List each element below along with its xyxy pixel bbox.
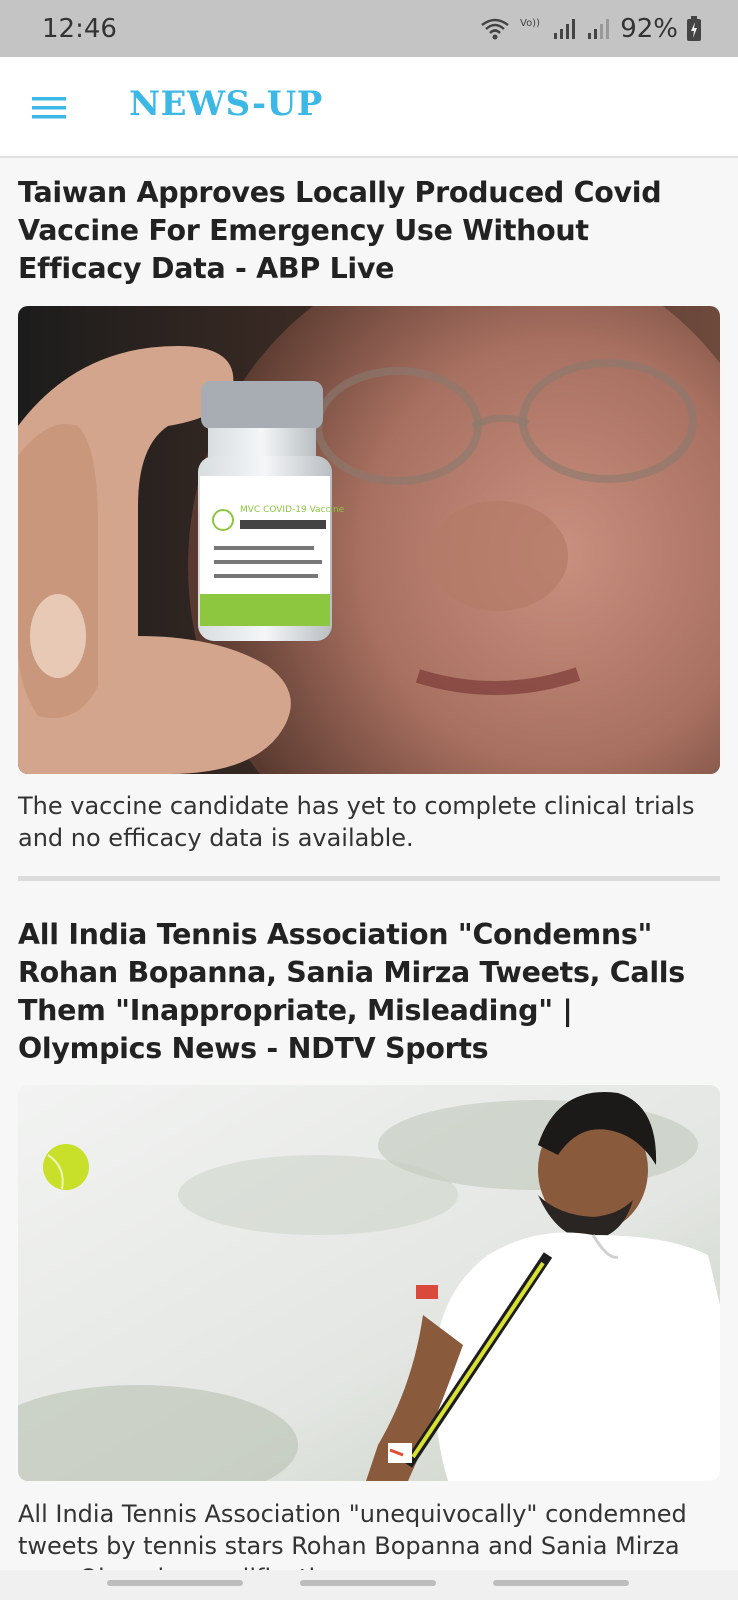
news-feed[interactable]: Taiwan Approves Locally Produced Covid V… (0, 158, 738, 1570)
nav-recent-button[interactable] (107, 1580, 243, 1586)
app-title: NEWS-UP (129, 84, 323, 124)
news-card[interactable]: All India Tennis Association "Condemns" … (18, 916, 720, 1570)
status-bar: 12:46 Vo)) LTE1 92% (0, 0, 738, 57)
volte-lte-icon: Vo)) LTE1 (520, 18, 544, 29)
article-title[interactable]: Taiwan Approves Locally Produced Covid V… (18, 174, 720, 288)
wifi-icon (481, 18, 509, 40)
article-description: All India Tennis Association "unequivoca… (18, 1500, 687, 1570)
vial-label: MVC COVID-19 Vaccine (240, 505, 345, 515)
article-divider (18, 876, 720, 881)
menu-button[interactable] (24, 84, 74, 132)
vaccine-vial-photo: MVC COVID-19 Vaccine (18, 306, 720, 774)
article-title[interactable]: All India Tennis Association "Condemns" … (18, 916, 720, 1068)
news-card[interactable]: Taiwan Approves Locally Produced Covid V… (18, 174, 720, 864)
article-description: The vaccine candidate has yet to complet… (18, 792, 695, 852)
system-nav-bar (0, 1570, 738, 1600)
signal-icon (588, 19, 610, 39)
article-image[interactable]: MVC COVID-19 Vaccine (18, 306, 720, 774)
signal-icon (554, 19, 576, 39)
volte-text: Vo)) LTE1 (520, 18, 544, 29)
status-icons: Vo)) LTE1 92% (480, 12, 702, 46)
nav-back-button[interactable] (493, 1580, 629, 1586)
nav-home-button[interactable] (300, 1580, 436, 1586)
tennis-player-photo (18, 1085, 720, 1481)
status-time: 12:46 (42, 14, 117, 44)
hamburger-menu-icon (32, 97, 66, 119)
battery-charging-icon (687, 16, 701, 41)
app-bar: NEWS-UP (0, 57, 738, 158)
article-image[interactable] (18, 1085, 720, 1481)
battery-percent: 92% (620, 14, 678, 44)
